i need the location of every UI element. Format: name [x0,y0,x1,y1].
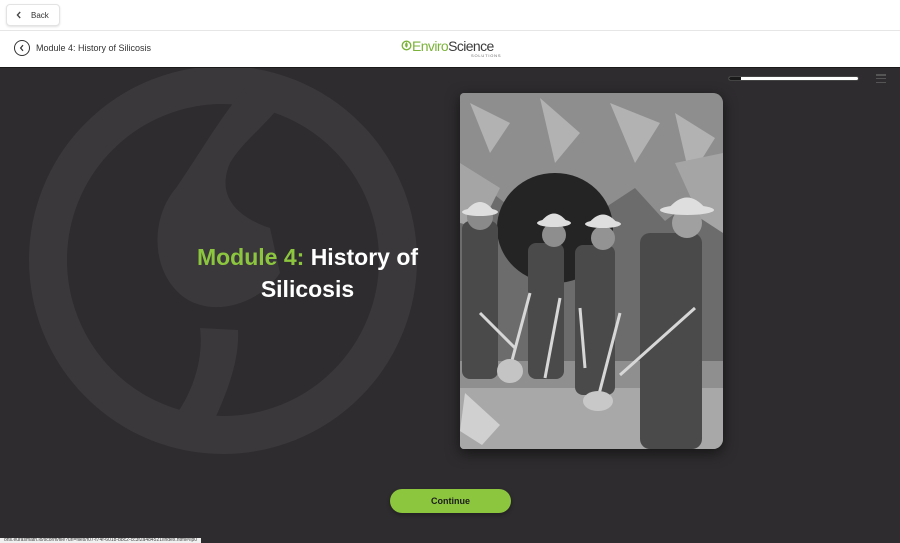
chevron-left-icon [19,44,24,52]
miners-historical-photo [460,93,723,449]
module-heading-number: Module 4: [196,244,305,270]
logo-word-enviro: Enviro [412,38,449,54]
chevron-left-icon [16,11,21,19]
module-title: Module 4: History of Silicosis [36,43,152,53]
background-watermark [29,68,417,454]
top-strip: Back [0,0,900,31]
logo-leaf-icon [401,40,412,51]
status-bar-url: ons.eurasmath.io/scorm/file?url=files/f0… [0,538,202,543]
slide-stage: Module 4: History of Silicosis Continue [0,68,900,543]
header-back-button[interactable] [14,40,30,56]
logo-word-science: Science [448,38,494,54]
back-button[interactable]: Back [6,4,60,26]
course-header: Module 4: History of Silicosis EnviroSci… [0,31,900,83]
continue-button[interactable]: Continue [390,489,511,513]
module-heading: Module 4: History of Silicosis [190,241,425,305]
back-button-label: Back [31,10,49,20]
logo-tagline: SOLUTIONS [471,53,502,58]
